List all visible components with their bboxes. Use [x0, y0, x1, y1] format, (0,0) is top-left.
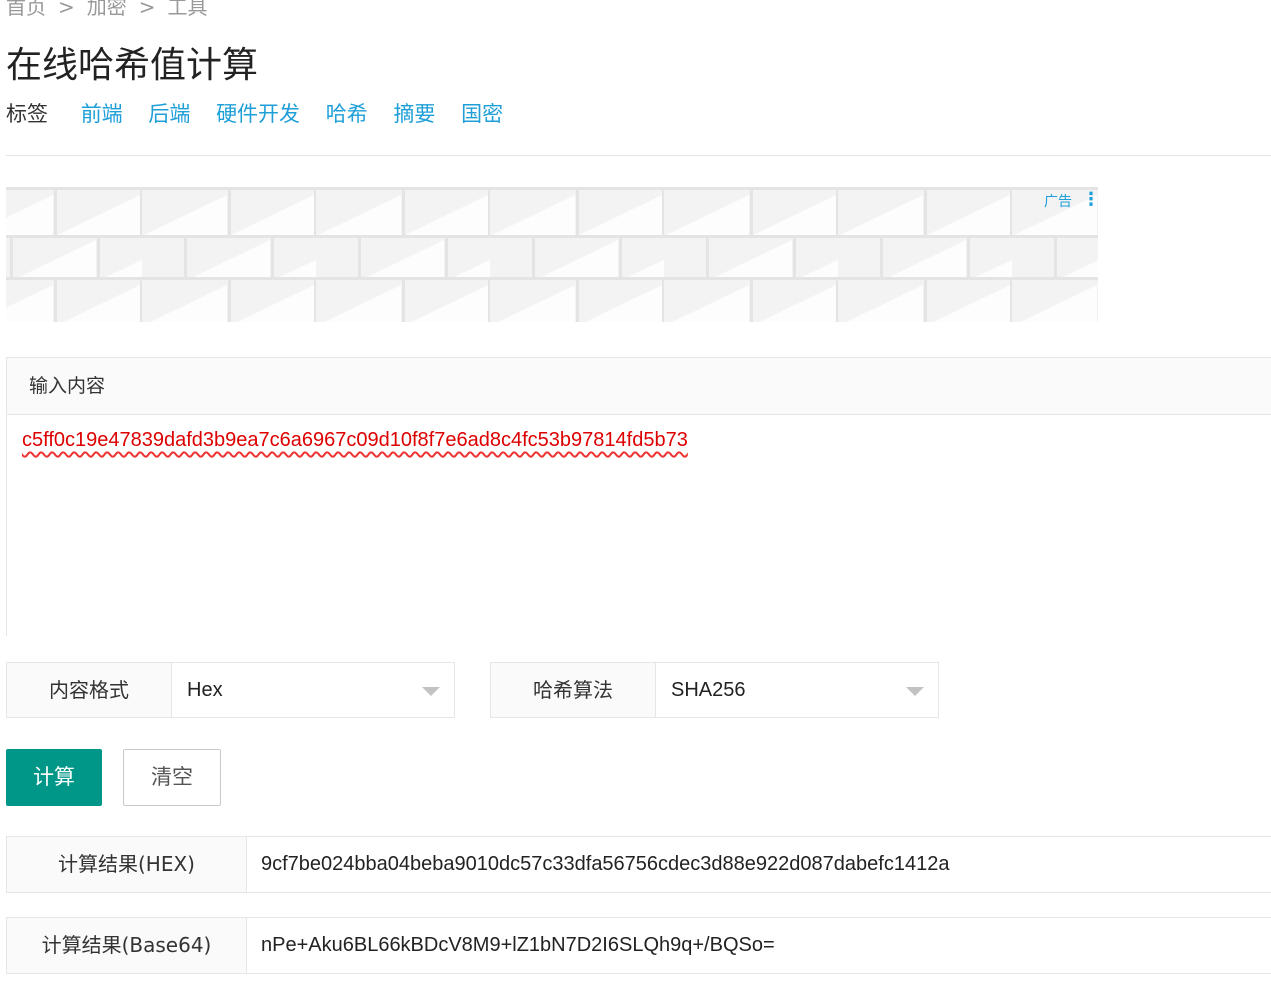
ad-banner[interactable]: 广告 ⋮: [6, 187, 1098, 322]
compute-button[interactable]: 计算: [6, 749, 102, 806]
chevron-down-icon: [422, 687, 440, 696]
tag-link-hash[interactable]: 哈希: [326, 102, 368, 126]
format-select-group: 内容格式 Hex: [6, 662, 455, 718]
tag-link-guomi[interactable]: 国密: [461, 102, 503, 126]
breadcrumb-separator: >: [58, 0, 75, 19]
result-base64-value[interactable]: nPe+Aku6BL66kBDcV8M9+lZ1bN7D2I6SLQh9q+/B…: [247, 918, 1271, 973]
algorithm-select-group: 哈希算法 SHA256: [490, 662, 939, 718]
ad-label: 广告: [1044, 194, 1072, 210]
breadcrumb-separator: >: [138, 0, 156, 19]
ad-brick-pattern: [6, 187, 1098, 322]
content-input[interactable]: [7, 415, 1271, 636]
result-base64-label: 计算结果(Base64): [7, 918, 247, 973]
format-label: 内容格式: [7, 663, 172, 717]
clear-button[interactable]: 清空: [123, 749, 221, 806]
result-hex-label: 计算结果(HEX): [7, 837, 247, 892]
format-select[interactable]: Hex: [172, 663, 454, 717]
input-panel: 输入内容: [6, 357, 1271, 636]
input-panel-header: 输入内容: [7, 358, 1271, 415]
format-selected-value: Hex: [187, 679, 223, 701]
breadcrumb-tools[interactable]: 工具: [168, 0, 208, 19]
more-vertical-icon[interactable]: ⋮: [1082, 191, 1098, 209]
tag-link-digest[interactable]: 摘要: [393, 102, 435, 126]
tag-bar: 标签 前端 后端 硬件开发 哈希 摘要 国密: [6, 98, 522, 128]
tag-link-hardware[interactable]: 硬件开发: [216, 102, 300, 126]
tag-link-backend[interactable]: 后端: [148, 102, 190, 126]
algorithm-select[interactable]: SHA256: [656, 663, 938, 717]
algorithm-selected-value: SHA256: [671, 679, 746, 701]
breadcrumb-encrypt[interactable]: 加密: [87, 0, 127, 19]
result-hex-value[interactable]: 9cf7be024bba04beba9010dc57c33dfa56756cde…: [247, 837, 1271, 892]
page-title: 在线哈希值计算: [6, 45, 259, 86]
divider: [6, 155, 1271, 156]
result-base64-row: 计算结果(Base64) nPe+Aku6BL66kBDcV8M9+lZ1bN7…: [6, 917, 1271, 974]
tag-link-frontend[interactable]: 前端: [81, 102, 123, 126]
tags-label: 标签: [6, 102, 48, 126]
result-hex-row: 计算结果(HEX) 9cf7be024bba04beba9010dc57c33d…: [6, 836, 1271, 893]
chevron-down-icon: [906, 687, 924, 696]
breadcrumb: 首页 > 加密 > 工具: [6, 0, 208, 20]
breadcrumb-home[interactable]: 首页: [6, 0, 46, 19]
algorithm-label: 哈希算法: [491, 663, 656, 717]
